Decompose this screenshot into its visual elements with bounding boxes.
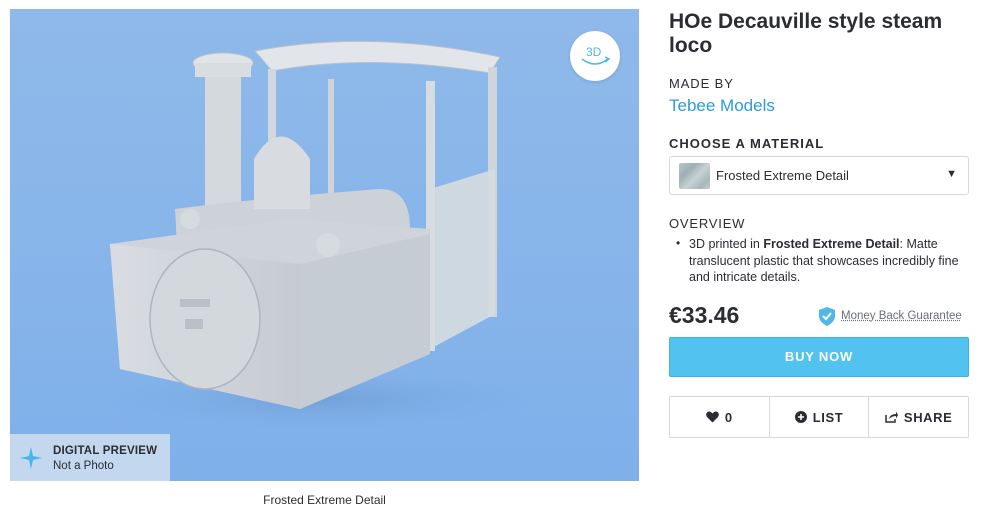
plus-circle-icon — [794, 411, 807, 423]
maker-link[interactable]: Tebee Models — [669, 96, 775, 116]
3d-rotate-icon: 3D — [581, 45, 611, 65]
material-label: CHOOSE A MATERIAL — [669, 136, 825, 151]
bullet: • — [676, 236, 681, 250]
shield-check-icon — [819, 307, 835, 326]
badge-title: DIGITAL PREVIEW — [53, 445, 158, 457]
model-render-image — [90, 40, 550, 434]
add-to-list-button[interactable]: LIST — [770, 397, 870, 437]
heart-icon — [706, 411, 719, 423]
like-count: 0 — [724, 409, 733, 425]
share-icon — [885, 411, 898, 423]
action-bar: 0 LIST SHARE — [669, 396, 969, 438]
list-label: LIST — [812, 409, 844, 425]
overview-label: OVERVIEW — [669, 216, 746, 231]
sparkle-icon — [20, 447, 42, 469]
material-select[interactable]: Frosted Extreme Detail ▼ — [669, 156, 969, 195]
money-back-guarantee-link[interactable]: Money Back Guarantee — [819, 307, 969, 327]
preview-caption: Frosted Extreme Detail — [263, 493, 386, 507]
guarantee-text: Money Back Guarantee — [841, 310, 962, 322]
price: €33.46 — [669, 302, 740, 328]
chevron-down-icon: ▼ — [946, 168, 957, 180]
product-title: HOe Decauville style steam loco — [669, 10, 943, 57]
share-label: SHARE — [903, 409, 953, 425]
badge-subtitle: Not a Photo — [53, 460, 114, 472]
overview-text: 3D printed in Frosted Extreme Detail: Ma… — [689, 237, 959, 284]
digital-preview-badge: DIGITAL PREVIEW Not a Photo — [10, 434, 170, 481]
share-button[interactable]: SHARE — [869, 397, 968, 437]
like-button[interactable]: 0 — [670, 397, 770, 437]
material-swatch — [679, 163, 710, 189]
material-selected-value: Frosted Extreme Detail — [716, 168, 849, 183]
buy-now-button[interactable]: BUY NOW — [669, 337, 969, 377]
svg-text:3D: 3D — [586, 45, 602, 59]
view-3d-button[interactable]: 3D — [570, 31, 620, 81]
model-preview[interactable]: 3D DIGITAL PREVIEW Not a Photo — [10, 9, 639, 481]
made-by-label: MADE BY — [669, 76, 734, 91]
